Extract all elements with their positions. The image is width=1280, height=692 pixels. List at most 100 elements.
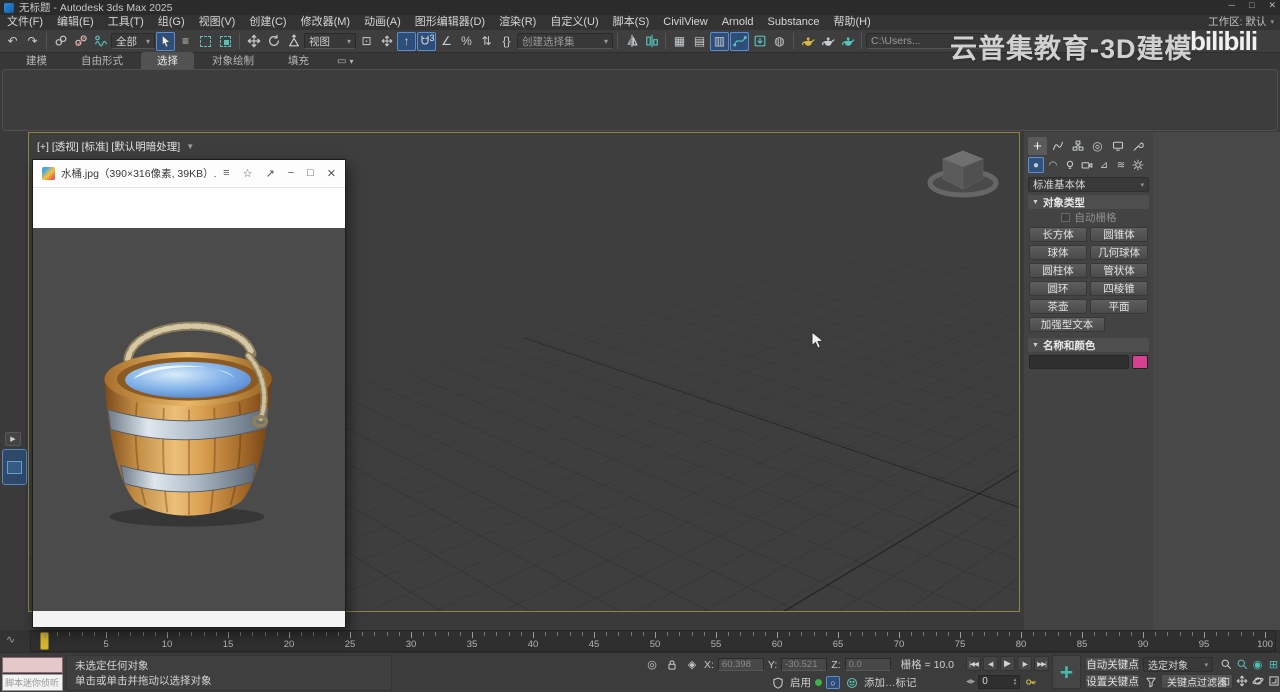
object-type-rollout-header[interactable]: ▼ 对象类型: [1028, 195, 1149, 209]
mirror-icon[interactable]: [622, 32, 641, 51]
previous-frame-button[interactable]: ◀|: [983, 656, 998, 671]
ribbon-tab-object-paint[interactable]: 对象绘制: [196, 52, 270, 69]
selection-set-dropdown[interactable]: 选定对象 ▾: [1143, 657, 1213, 672]
viewer-maximize-icon[interactable]: □: [307, 167, 314, 180]
percent-snap-icon[interactable]: %: [457, 32, 476, 51]
undo-icon[interactable]: ↶: [3, 32, 22, 51]
systems-category-icon[interactable]: [1130, 157, 1146, 173]
primitive-button[interactable]: 圆锥体: [1090, 227, 1148, 242]
menu-item[interactable]: Substance: [761, 15, 827, 30]
primitive-button[interactable]: 四棱锥: [1090, 281, 1148, 296]
key-filters-icon[interactable]: [1143, 674, 1159, 689]
name-color-rollout-header[interactable]: ▼ 名称和颜色: [1028, 338, 1149, 352]
menu-item[interactable]: CivilView: [656, 15, 714, 30]
use-pivot-center-icon[interactable]: ⊡: [357, 32, 376, 51]
auto-key-button[interactable]: 自动关键点: [1085, 657, 1140, 672]
image-viewer-window[interactable]: 水桶.jpg（390×316像素, 39KB）... ≡ ☆ ↗ − □ ✕: [33, 160, 345, 627]
zoom-region-icon[interactable]: ⊡: [1218, 673, 1233, 689]
workspace-selector[interactable]: 工作区: 默认 ▾: [1208, 15, 1274, 30]
z-coordinate-field[interactable]: 0.0: [844, 658, 891, 671]
space-warps-category-icon[interactable]: ≋: [1113, 157, 1129, 173]
autogrid-checkbox[interactable]: [1060, 213, 1070, 222]
scene-security-shield-icon[interactable]: [770, 675, 786, 690]
menu-item[interactable]: 渲染(R): [492, 15, 543, 30]
primitive-button[interactable]: 几何球体: [1090, 245, 1148, 260]
menu-item[interactable]: 创建(C): [242, 15, 293, 30]
schematic-view-icon[interactable]: [750, 32, 769, 51]
window-crossing-toggle-icon[interactable]: [216, 32, 235, 51]
add-time-tag-label[interactable]: 添加…标记: [864, 675, 917, 690]
menu-item[interactable]: 自定义(U): [543, 15, 605, 30]
viewer-menu-icon[interactable]: ≡: [223, 167, 229, 180]
create-tab-icon[interactable]: +: [1028, 137, 1047, 155]
spinner-snap-icon[interactable]: ⇅: [477, 32, 496, 51]
ribbon-tab-modeling[interactable]: 建模: [10, 52, 63, 69]
absolute-mode-icon[interactable]: ◈: [684, 657, 700, 672]
primitive-button[interactable]: 平面: [1090, 299, 1148, 314]
modify-tab-icon[interactable]: [1048, 137, 1067, 155]
angle-snap-icon[interactable]: ∠: [437, 32, 456, 51]
edit-named-selection-sets-icon[interactable]: {}: [497, 32, 516, 51]
viewer-fullscreen-icon[interactable]: ↗: [265, 167, 274, 180]
primitive-button[interactable]: 茶壶: [1029, 299, 1087, 314]
viewport-label[interactable]: [+] [透视] [标准] [默认明暗处理] ▼: [37, 139, 194, 154]
zoom-icon[interactable]: [1218, 656, 1233, 672]
rectangular-selection-region-icon[interactable]: [196, 32, 215, 51]
viewer-favorite-icon[interactable]: ☆: [243, 167, 253, 180]
select-and-rotate-button[interactable]: [264, 32, 283, 51]
primitive-button[interactable]: 加强型文本: [1029, 317, 1105, 332]
go-to-end-button[interactable]: ▶▶|: [1034, 656, 1049, 671]
set-key-button[interactable]: 设置关键点: [1085, 674, 1140, 689]
viewer-close-icon[interactable]: ✕: [327, 167, 336, 180]
set-keys-button[interactable]: +: [1052, 655, 1081, 689]
play-button[interactable]: ▶: [1000, 656, 1015, 671]
menu-item[interactable]: 脚本(S): [606, 15, 657, 30]
safe-mode-icon[interactable]: ○: [826, 676, 840, 689]
menu-item[interactable]: 文件(F): [0, 15, 50, 30]
next-frame-button[interactable]: |▶: [1017, 656, 1032, 671]
material-editor-icon[interactable]: ◍: [770, 32, 789, 51]
image-viewer-titlebar[interactable]: 水桶.jpg（390×316像素, 39KB）... ≡ ☆ ↗ − □ ✕: [33, 160, 345, 187]
ribbon-tab-populate[interactable]: 填充: [272, 52, 325, 69]
orbit-icon[interactable]: [1250, 673, 1265, 689]
viewport-layout-tab-button[interactable]: [2, 449, 27, 485]
zoom-all-icon[interactable]: [1234, 656, 1249, 672]
macro-recorder-listener[interactable]: [2, 657, 63, 673]
viewport-filter-icon[interactable]: ▼: [186, 142, 194, 151]
select-and-manipulate-icon[interactable]: [377, 32, 396, 51]
current-frame-field[interactable]: 0 ▴ ▾: [978, 674, 1021, 689]
cameras-category-icon[interactable]: [1079, 157, 1095, 173]
pan-view-icon[interactable]: [1234, 673, 1249, 689]
mini-curve-editor-icon[interactable]: ∿: [6, 633, 15, 646]
zoom-extents-icon[interactable]: ◉: [1250, 656, 1265, 672]
named-selection-sets-field[interactable]: 创建选择集 ▾: [517, 33, 613, 49]
scene-explorer-expand-button[interactable]: ▶: [5, 432, 21, 446]
display-tab-icon[interactable]: [1108, 137, 1127, 155]
toggle-scene-explorer-icon[interactable]: ▦: [670, 32, 689, 51]
primitive-button[interactable]: 管状体: [1090, 263, 1148, 278]
unlink-selection-icon[interactable]: [71, 32, 90, 51]
menu-item[interactable]: 编辑(E): [50, 15, 101, 30]
y-coordinate-field[interactable]: -30.521: [781, 658, 828, 671]
ribbon-tab-selection[interactable]: 选择: [141, 52, 194, 69]
rendered-frame-window-icon[interactable]: [818, 32, 837, 51]
menu-item[interactable]: 修改器(M): [294, 15, 358, 30]
keyboard-override-toggle-icon[interactable]: ↑: [397, 31, 416, 51]
toggle-layer-explorer-icon[interactable]: ▤: [690, 32, 709, 51]
ribbon-tab-freeform[interactable]: 自由形式: [65, 52, 139, 69]
primitive-button[interactable]: 球体: [1029, 245, 1087, 260]
render-setup-icon[interactable]: [798, 32, 817, 51]
menu-item[interactable]: Arnold: [715, 15, 761, 30]
select-and-link-icon[interactable]: [51, 32, 70, 51]
ribbon-display-toggle-icon[interactable]: ▭ ▾: [337, 56, 353, 69]
coordinate-system-dropdown[interactable]: 视图 ▾: [304, 33, 356, 49]
lights-category-icon[interactable]: [1062, 157, 1078, 173]
key-mode-toggle-icon[interactable]: [1023, 674, 1039, 689]
object-color-swatch[interactable]: [1132, 355, 1148, 369]
go-to-start-button[interactable]: |◀◀: [966, 656, 981, 671]
x-coordinate-field[interactable]: 60.398: [717, 658, 764, 671]
zoom-extents-all-icon[interactable]: ⊞: [1266, 656, 1280, 672]
utilities-tab-icon[interactable]: [1128, 137, 1147, 155]
title-bar[interactable]: 无标题 - Autodesk 3ds Max 2025 ─ □ ✕: [0, 0, 1280, 15]
select-and-move-button[interactable]: [244, 32, 263, 51]
